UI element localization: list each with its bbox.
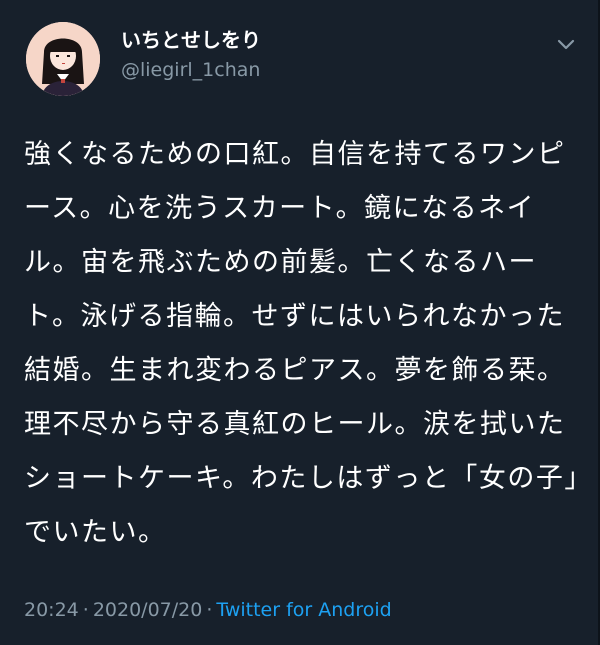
- avatar-illustration: [26, 22, 100, 96]
- chevron-down-icon[interactable]: [556, 38, 576, 52]
- tweet-card: いちとせしをり @liegirl_1chan 強くなるための口紅。自信を持てるワ…: [0, 0, 600, 645]
- tweet-time[interactable]: 20:24: [24, 599, 79, 621]
- separator: ·: [206, 599, 213, 621]
- tweet-date[interactable]: 2020/07/20: [93, 599, 203, 621]
- separator: ·: [82, 599, 89, 621]
- avatar[interactable]: [26, 22, 100, 96]
- tweet-metadata: 20:24 · 2020/07/20 · Twitter for Android: [24, 598, 392, 622]
- tweet-source-link[interactable]: Twitter for Android: [216, 599, 391, 621]
- display-name[interactable]: いちとせしをり: [121, 28, 261, 52]
- user-handle[interactable]: @liegirl_1chan: [121, 58, 260, 82]
- tweet-text: 強くなるための口紅。自信を持てるワンピース。心を洗うスカート。鏡になるネイル。宙…: [24, 139, 580, 548]
